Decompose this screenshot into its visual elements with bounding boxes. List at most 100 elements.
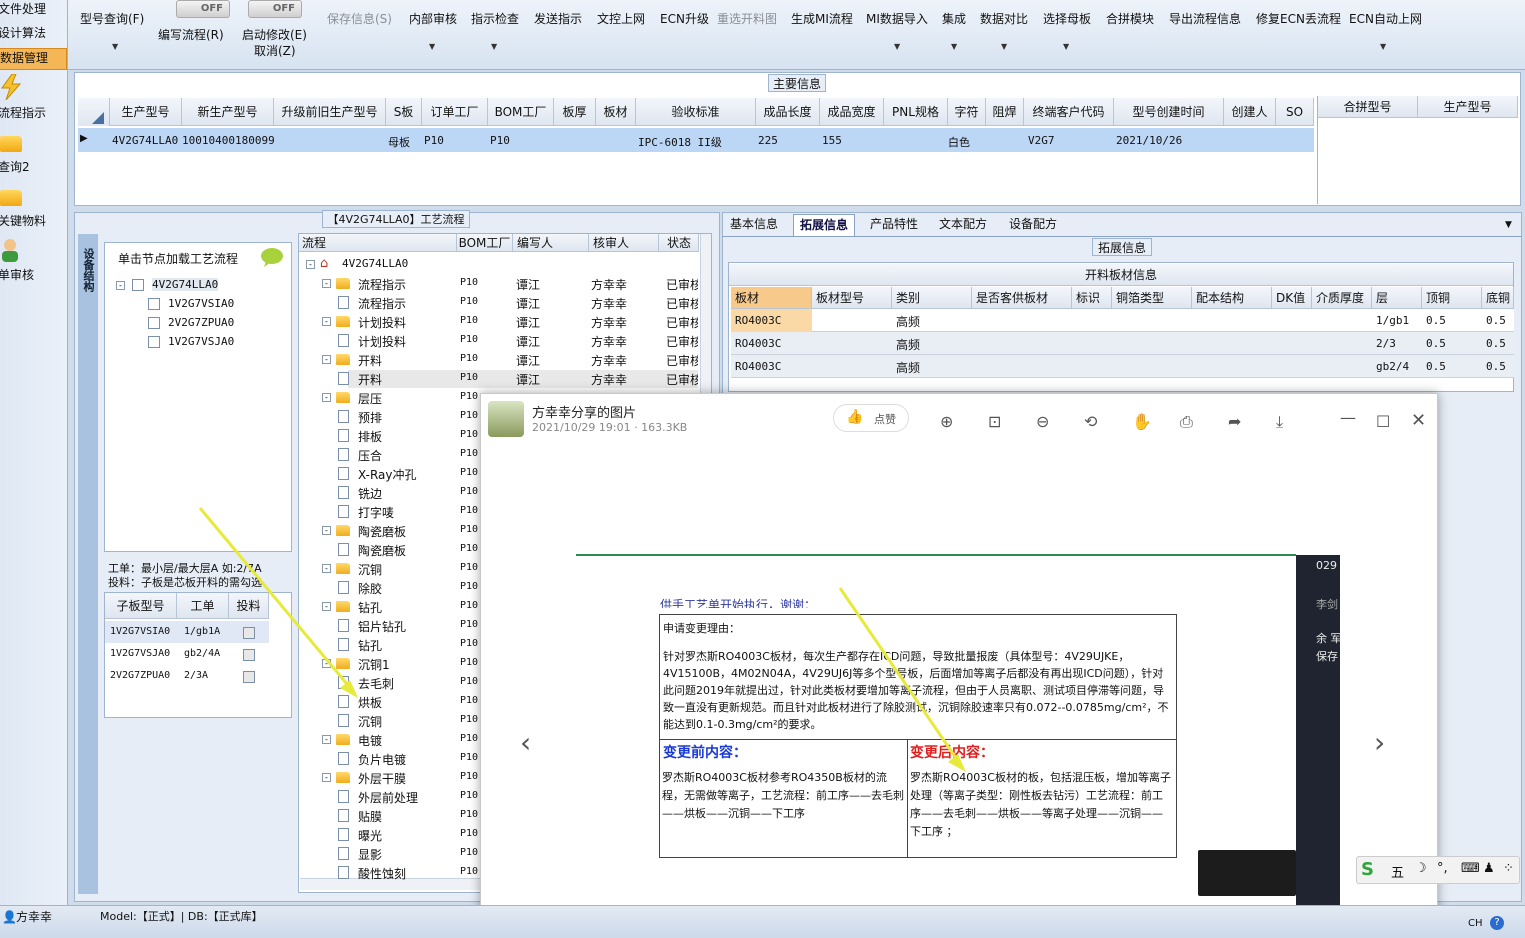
tree-node-label[interactable]: 曝光: [358, 827, 382, 844]
merge-module-button[interactable]: 合拼模块: [1106, 10, 1154, 27]
collapse-icon[interactable]: -: [322, 355, 331, 364]
collapse-icon[interactable]: -: [322, 773, 331, 782]
rotate-icon[interactable]: ⟲: [1084, 412, 1097, 431]
ime-mode[interactable]: 五: [1391, 862, 1404, 881]
collapse-icon[interactable]: -: [116, 281, 125, 290]
moon-icon[interactable]: ☽: [1415, 861, 1427, 876]
tree-node-label[interactable]: 流程指示: [358, 295, 406, 312]
col-header[interactable]: 板材型号: [812, 287, 892, 309]
chevron-down-icon[interactable]: ▼: [1380, 42, 1386, 51]
repair-ecn-button[interactable]: 修复ECN丢流程: [1256, 10, 1341, 27]
toggle-edit-flow[interactable]: OFF: [176, 0, 230, 18]
col-header[interactable]: 板材: [731, 287, 812, 309]
tree-node-label[interactable]: 沉铜1: [358, 656, 390, 673]
print-icon[interactable]: ⎙: [1180, 412, 1193, 432]
nav-item-query2[interactable]: 查询2: [0, 158, 30, 175]
node-item[interactable]: 1V2G7VSJA0: [168, 335, 234, 348]
send-instruction-button[interactable]: 发送指示: [534, 10, 582, 27]
col-header[interactable]: 成品宽度: [820, 98, 884, 126]
instruction-check-button[interactable]: 指示检查: [471, 10, 519, 27]
node-item[interactable]: 4V2G74LLA0: [152, 278, 219, 291]
collapse-icon[interactable]: -: [322, 526, 331, 535]
col-header[interactable]: 字符: [948, 98, 986, 126]
nav-item-file[interactable]: 文件处理: [0, 0, 46, 17]
tab-basic[interactable]: 基本信息: [724, 214, 784, 236]
data-compare-button[interactable]: 数据对比: [980, 10, 1028, 27]
tree-node-label[interactable]: 显影: [358, 846, 382, 863]
tree-node-label[interactable]: 开料: [358, 352, 382, 369]
tree-node-label[interactable]: 外层干膜: [358, 770, 406, 787]
col-header[interactable]: BOM工厂: [457, 234, 513, 252]
cell-char[interactable]: 白色: [948, 134, 970, 150]
chevron-down-icon[interactable]: ▼: [112, 42, 118, 51]
help-icon[interactable]: ?: [1490, 916, 1504, 930]
layer-cell[interactable]: gb2/4: [1376, 360, 1409, 373]
tab-product[interactable]: 产品特性: [864, 214, 924, 236]
col-header[interactable]: 编写人: [513, 234, 589, 252]
tree-node-label[interactable]: 铣边: [358, 485, 382, 502]
tree-node-label[interactable]: 流程指示: [358, 276, 406, 293]
col-header[interactable]: 子板型号: [105, 593, 177, 619]
collapse-icon[interactable]: -: [322, 317, 331, 326]
user-icon[interactable]: ♟: [1483, 861, 1495, 876]
cell-customer[interactable]: V2G7: [1028, 134, 1055, 147]
col-header[interactable]: 合拼型号: [1318, 96, 1418, 118]
tree-node-label[interactable]: 计划投料: [358, 314, 406, 331]
col-header[interactable]: 铜箔类型: [1112, 287, 1192, 309]
tree-node-label[interactable]: 陶瓷磨板: [358, 523, 406, 540]
col-header[interactable]: 生产型号: [110, 98, 182, 126]
collapse-icon[interactable]: -: [322, 564, 331, 573]
ime-toolbar[interactable]: S 五 ☽ °, ⌨ ♟ ⁘: [1356, 856, 1520, 884]
sub-model[interactable]: 1V2G7VSIA0: [110, 626, 170, 637]
cell-length[interactable]: 225: [758, 134, 778, 147]
like-button[interactable]: 👍 点赞: [833, 404, 909, 432]
download-icon[interactable]: ⤓: [1276, 412, 1283, 432]
tree-node-label[interactable]: 开料: [358, 371, 382, 388]
chevron-down-icon[interactable]: ▼: [951, 42, 957, 51]
bottom-copper-cell[interactable]: 0.5: [1486, 337, 1506, 350]
top-copper-cell[interactable]: 0.5: [1426, 337, 1446, 350]
cancel-button[interactable]: 取消(Z): [254, 42, 296, 59]
tree-node-label[interactable]: 钻孔: [358, 637, 382, 654]
tree-node-label[interactable]: 烘板: [358, 694, 382, 711]
tree-node-label[interactable]: 压合: [358, 447, 382, 464]
nav-item-design[interactable]: 设计算法: [0, 24, 46, 41]
node-item[interactable]: 2V2G7ZPUA0: [168, 316, 234, 329]
integration-button[interactable]: 集成: [942, 10, 966, 27]
ecn-upgrade-button[interactable]: ECN升级: [660, 10, 709, 27]
cell-bom-factory[interactable]: P10: [490, 134, 510, 147]
grid-corner[interactable]: [78, 98, 110, 126]
sub-order[interactable]: gb2/4A: [184, 648, 220, 659]
top-copper-cell[interactable]: 0.5: [1426, 314, 1446, 327]
chevron-down-icon[interactable]: ▼: [1505, 220, 1512, 230]
material-cell[interactable]: RO4003C: [735, 314, 781, 327]
type-cell[interactable]: 高频: [896, 336, 920, 353]
sub-model[interactable]: 2V2G7ZPUA0: [110, 670, 170, 681]
layer-cell[interactable]: 1/gb1: [1376, 314, 1409, 327]
sub-order[interactable]: 1/gb1A: [184, 626, 220, 637]
col-header[interactable]: 介质厚度: [1312, 287, 1372, 309]
tree-node-label[interactable]: 钻孔: [358, 599, 382, 616]
cell-standard[interactable]: IPC-6018 II级: [638, 134, 722, 150]
collapse-icon[interactable]: -: [322, 659, 331, 668]
tree-node-label[interactable]: 贴膜: [358, 808, 382, 825]
cell-created[interactable]: 2021/10/26: [1116, 134, 1182, 147]
col-header[interactable]: PNL规格: [884, 98, 948, 126]
col-header[interactable]: S板: [386, 98, 422, 126]
mi-import-button[interactable]: MI数据导入: [866, 10, 928, 27]
cell-new-model[interactable]: 10010400180099: [182, 134, 275, 147]
type-cell[interactable]: 高频: [896, 313, 920, 330]
minimize-icon[interactable]: —: [1340, 408, 1356, 427]
col-header[interactable]: SO: [1276, 98, 1314, 126]
col-header[interactable]: BOM工厂: [488, 98, 554, 126]
nav-item-key-material[interactable]: 关键物料: [0, 212, 46, 229]
doc-release-button[interactable]: 文控上网: [597, 10, 645, 27]
cell-prod-model[interactable]: 4V2G74LLA0: [112, 134, 178, 147]
chevron-down-icon[interactable]: ▼: [429, 42, 435, 51]
node-checkbox[interactable]: [148, 336, 160, 348]
bottom-copper-cell[interactable]: 0.5: [1486, 360, 1506, 373]
table-row[interactable]: [731, 332, 1514, 355]
node-checkbox[interactable]: [148, 317, 160, 329]
chevron-down-icon[interactable]: ▼: [491, 42, 497, 51]
tree-node-label[interactable]: 除胶: [358, 580, 382, 597]
